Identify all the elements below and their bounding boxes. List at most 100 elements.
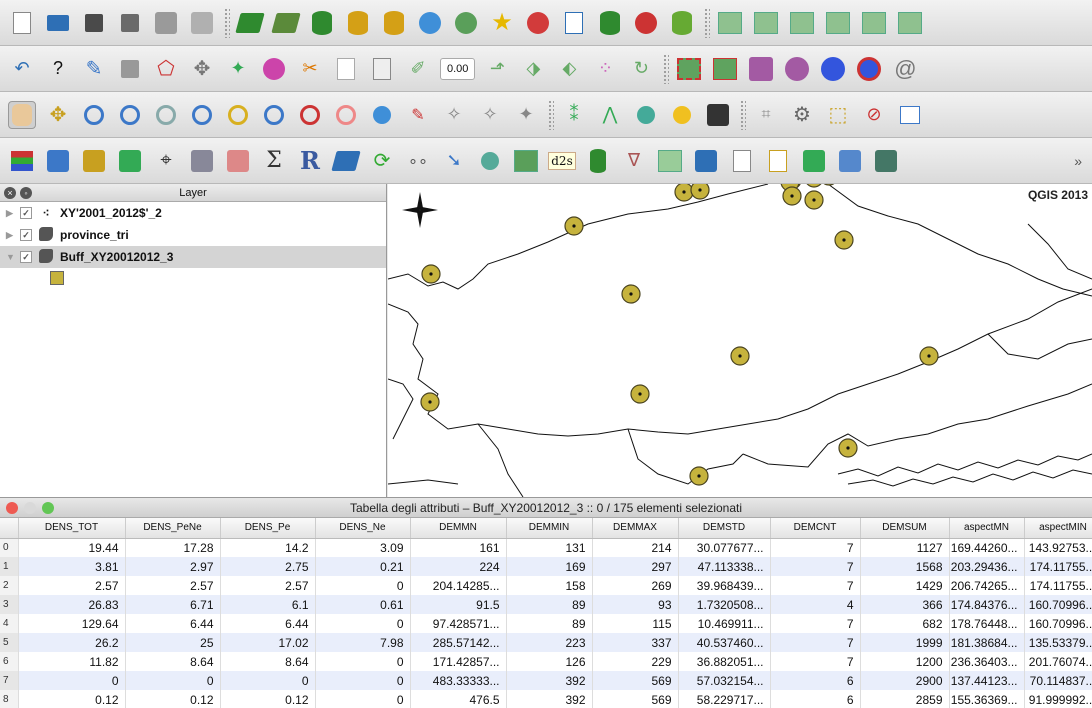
table-cell[interactable]: 17.02 [220, 633, 316, 652]
table-cell[interactable]: 40.537460... [678, 633, 771, 652]
table-cell[interactable]: 204.14285... [410, 576, 507, 595]
r-scripts-icon[interactable]: R [296, 146, 324, 175]
row-number-cell[interactable]: 4 [0, 614, 19, 633]
remove-layer-icon[interactable] [524, 9, 552, 37]
refresh-icon[interactable] [368, 101, 396, 129]
row-number-cell[interactable]: 5 [0, 633, 19, 652]
zoom-native-icon[interactable] [260, 101, 288, 129]
column-header[interactable]: DEMCNT [770, 518, 861, 539]
table-cell[interactable]: 131 [506, 538, 593, 557]
table-cell[interactable]: 7 [770, 538, 861, 557]
table-row[interactable]: 5 26.2 25 17.02 7.98 285.57142... 223 337 40.537… [0, 633, 1092, 652]
toolbar-overflow-button[interactable]: » [1074, 153, 1082, 169]
row-number-cell[interactable]: 1 [0, 557, 19, 576]
delete-selected-icon[interactable] [260, 55, 288, 83]
table-cell[interactable]: 10.469911... [678, 614, 771, 633]
row-number-cell[interactable]: 2 [0, 576, 19, 595]
toggle-editing-icon[interactable]: ✎ [80, 55, 108, 83]
processing-toolbox-icon[interactable] [188, 147, 216, 175]
table-row[interactable]: 1 3.81 2.97 2.75 0.21 224 169 297 47.113338... 7 1… [0, 557, 1092, 576]
open-attribute-table-icon[interactable] [896, 101, 924, 129]
add-mssql-layer-icon[interactable] [380, 9, 408, 37]
layer-item-provinces[interactable]: ▶ ✓ province_tri [0, 224, 386, 246]
table-cell[interactable]: 97.428571... [410, 614, 507, 633]
table-cell[interactable]: 115 [592, 614, 679, 633]
table-cell[interactable]: 224 [410, 557, 507, 576]
undo-icon[interactable]: ↶ [8, 55, 36, 83]
merge-features-icon[interactable]: ⁘ [591, 55, 619, 83]
table-cell[interactable]: 3.81 [18, 557, 126, 576]
table-cell[interactable]: 2859 [860, 690, 950, 708]
table-cell[interactable]: 7 [770, 614, 861, 633]
table-cell[interactable]: 2.57 [220, 576, 316, 595]
grass-info-icon[interactable] [752, 9, 780, 37]
row-number-cell[interactable]: 3 [0, 595, 19, 614]
table-cell[interactable]: 476.5 [410, 690, 507, 708]
arrow-tool-icon[interactable]: ➘ [440, 147, 468, 175]
measure-line-icon[interactable]: ⋀ [596, 101, 624, 129]
layer-properties-icon[interactable] [8, 147, 36, 175]
row-number-cell[interactable]: 7 [0, 671, 19, 690]
map-canvas[interactable]: N QGIS 2013 [388, 184, 1092, 497]
add-feature-icon[interactable]: ⬠ [152, 55, 180, 83]
print-composer-icon[interactable] [152, 9, 180, 37]
table-cell[interactable]: 89 [506, 614, 593, 633]
new-project-icon[interactable] [8, 9, 36, 37]
table-cell[interactable]: 223 [506, 633, 593, 652]
add-wms-layer-icon[interactable] [416, 9, 444, 37]
field-calculator-icon[interactable] [44, 147, 72, 175]
koord-diff-icon[interactable] [224, 147, 252, 175]
zoom-out-icon[interactable] [116, 101, 144, 129]
table-cell[interactable]: 682 [860, 614, 950, 633]
settings-gear-icon[interactable]: ⚙ [788, 101, 816, 129]
table-manager-icon[interactable] [80, 147, 108, 175]
edit-plugin-icon[interactable] [764, 147, 792, 175]
layer-visibility-checkbox[interactable]: ✓ [20, 251, 32, 263]
table-cell[interactable]: 0.21 [315, 557, 411, 576]
select-radius-icon[interactable] [783, 55, 811, 83]
add-oracle-layer-icon[interactable] [596, 9, 624, 37]
table-cell[interactable]: 6 [770, 671, 861, 690]
export-icon[interactable] [836, 147, 864, 175]
table-cell[interactable]: 25 [125, 633, 221, 652]
add-postgis-layer-icon[interactable] [308, 9, 336, 37]
table-row[interactable]: 8 0.12 0.12 0.12 0 476.5 392 569 58.229717... 6 28… [0, 690, 1092, 708]
table-cell[interactable]: 171.42857... [410, 652, 507, 671]
layer-stack-icon[interactable] [331, 147, 361, 175]
table-cell[interactable]: 143.92753... [1024, 538, 1092, 557]
table-cell[interactable]: 19.44 [18, 538, 126, 557]
table-cell[interactable]: 36.882051... [678, 652, 771, 671]
collapse-arrow-icon[interactable]: ▼ [6, 252, 16, 262]
column-header[interactable]: aspectMN [949, 518, 1025, 539]
table-cell[interactable]: 569 [592, 671, 679, 690]
table-cell[interactable]: 229 [592, 652, 679, 671]
table-cell[interactable]: 0.12 [18, 690, 126, 708]
circle-select-icon[interactable] [819, 55, 847, 83]
table-row[interactable]: 3 26.83 6.71 6.1 0.61 91.5 89 93 1.7320508... 4 36… [0, 595, 1092, 614]
image-plugin-icon[interactable] [872, 147, 900, 175]
table-cell[interactable]: 366 [860, 595, 950, 614]
print-icon[interactable] [188, 9, 216, 37]
move-label-icon[interactable]: ✦ [512, 101, 540, 129]
layer-visibility-checkbox[interactable]: ✓ [20, 229, 32, 241]
table-cell[interactable]: 58.229717... [678, 690, 771, 708]
table-cell[interactable]: 26.83 [18, 595, 126, 614]
expand-arrow-icon[interactable]: ▶ [6, 208, 16, 219]
binoculars-icon[interactable]: ⌖ [152, 147, 180, 175]
table-cell[interactable]: 392 [506, 690, 593, 708]
table-cell[interactable]: 39.968439... [678, 576, 771, 595]
sigma-statistics-icon[interactable]: Σ [260, 147, 288, 175]
table-cell[interactable]: 17.28 [125, 538, 221, 557]
table-cell[interactable]: 483.33333... [410, 671, 507, 690]
add-wcs-layer-icon[interactable] [452, 9, 480, 37]
table-cell[interactable]: 0 [315, 652, 411, 671]
table-row[interactable]: 0 19.44 17.28 14.2 3.09 161 131 214 30.077677...… [0, 538, 1092, 557]
table-cell[interactable]: 70.114837... [1024, 671, 1092, 690]
table-cell[interactable]: 155.36369... [949, 690, 1025, 708]
column-header[interactable]: DEMMAX [592, 518, 679, 539]
table-cell[interactable]: 0 [315, 614, 411, 633]
table-cell[interactable]: 6.44 [220, 614, 316, 633]
cut-features-icon[interactable]: ✂ [296, 55, 324, 83]
table-cell[interactable]: 0 [315, 671, 411, 690]
table-cell[interactable]: 161 [410, 538, 507, 557]
